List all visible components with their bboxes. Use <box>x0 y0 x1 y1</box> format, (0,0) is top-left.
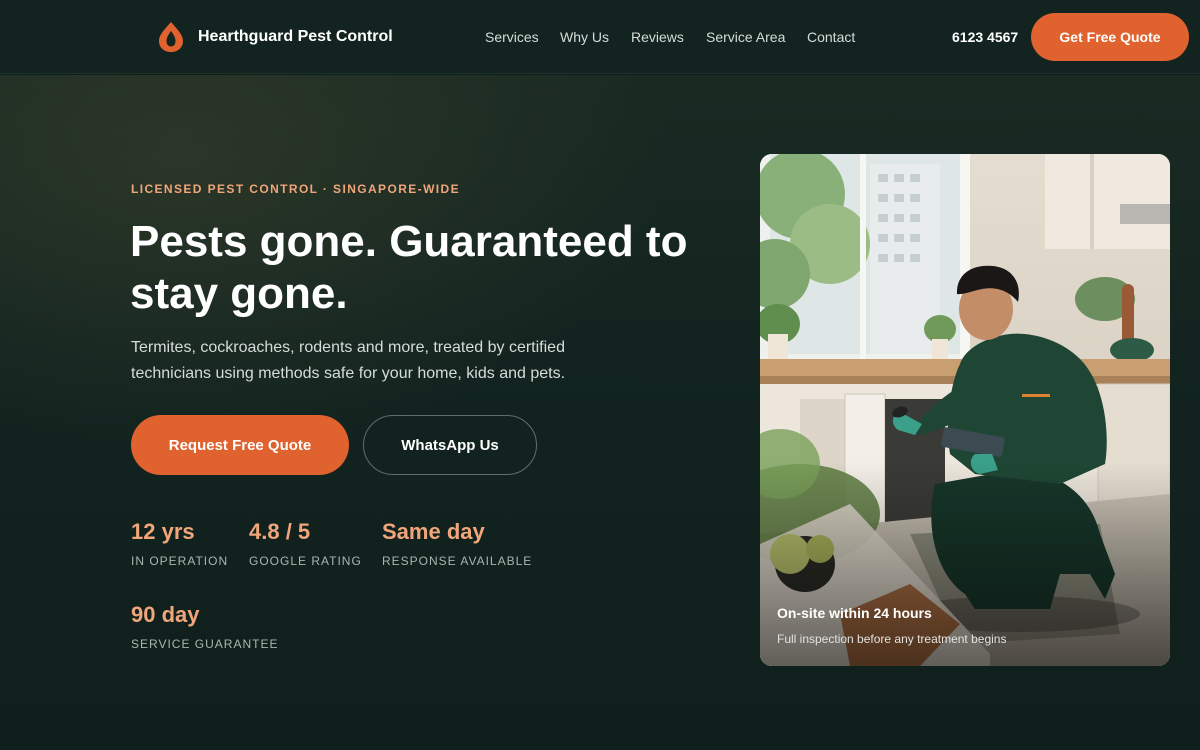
request-free-quote-button[interactable]: Request Free Quote <box>131 415 349 475</box>
stat-label: IN OPERATION <box>131 554 229 568</box>
stat-guarantee: 90 day SERVICE GUARANTEE <box>131 602 278 651</box>
stat-value: 90 day <box>131 602 200 627</box>
stat-label: RESPONSE AVAILABLE <box>382 554 533 568</box>
nav-item-why-us[interactable]: Why Us <box>560 29 609 45</box>
nav-item-services[interactable]: Services <box>485 29 539 45</box>
technician-illustration <box>760 154 1170 666</box>
photo-caption-subtitle: Full inspection before any treatment beg… <box>777 632 1007 646</box>
stat-label: GOOGLE RATING <box>249 554 362 568</box>
whatsapp-button[interactable]: WhatsApp Us <box>363 415 537 475</box>
site-header: Hearthguard Pest Control Services Why Us… <box>0 0 1200 74</box>
stat-value: 12 yrs <box>131 519 195 544</box>
stat-value: Same day <box>382 519 485 544</box>
hero-eyebrow: LICENSED PEST CONTROL · SINGAPORE-WIDE <box>131 182 460 196</box>
hero-headline: Pests gone. Guaranteed to stay gone. <box>130 217 688 318</box>
stat-label: SERVICE GUARANTEE <box>131 637 279 651</box>
nav-item-service-area[interactable]: Service Area <box>706 29 785 45</box>
stat-rating: 4.8 / 5 GOOGLE RATING <box>249 519 362 568</box>
stat-value: 4.8 / 5 <box>249 519 311 544</box>
technician-photo <box>760 154 1170 666</box>
main-nav: Services Why Us Reviews Service Area Con… <box>0 29 1200 49</box>
hero-subtext: Termites, cockroaches, rodents and more,… <box>131 339 566 382</box>
nav-item-contact[interactable]: Contact <box>807 29 855 45</box>
photo-caption-title: On-site within 24 hours <box>777 605 932 621</box>
phone-number[interactable]: 6123 4567 <box>952 29 1018 45</box>
get-free-quote-button[interactable]: Get Free Quote <box>1031 13 1189 61</box>
nav-item-reviews[interactable]: Reviews <box>631 29 684 45</box>
stat-years: 12 yrs IN OPERATION <box>131 519 228 568</box>
stat-response: Same day RESPONSE AVAILABLE <box>382 519 532 568</box>
